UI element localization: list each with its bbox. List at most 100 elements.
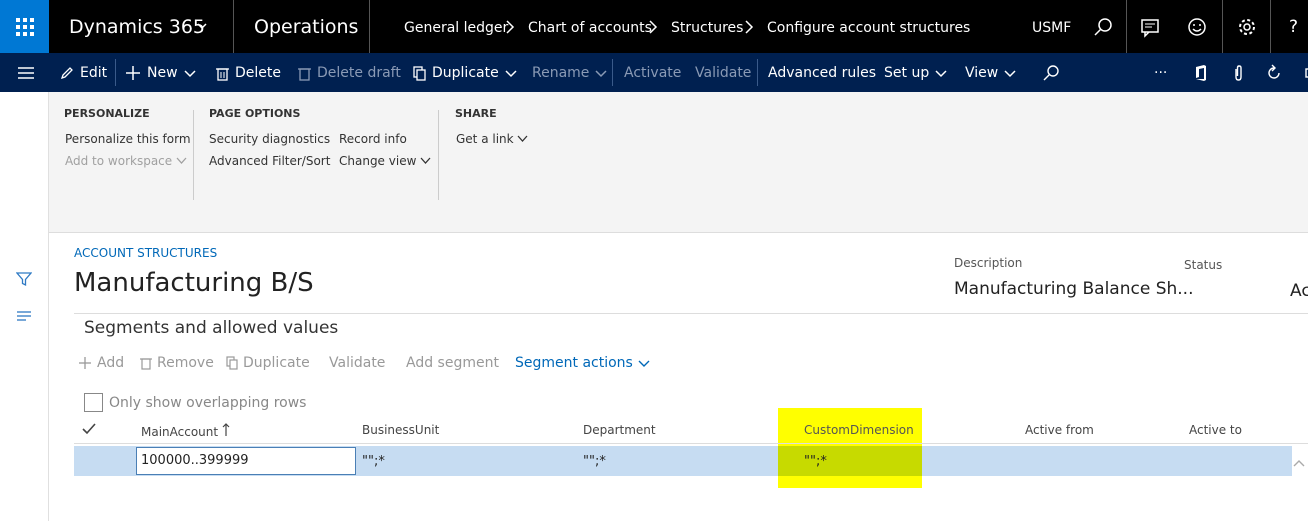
attachment-icon[interactable]	[1229, 64, 1247, 82]
separator	[1126, 0, 1127, 53]
segment-actions-label: Segment actions	[515, 355, 633, 371]
status-label: Status	[1184, 258, 1223, 272]
personalize-this-form-link[interactable]: Personalize this form	[65, 132, 191, 146]
chevron-down-icon	[595, 70, 607, 78]
breadcrumb-chart-of-accounts[interactable]: Chart of accounts	[528, 20, 652, 36]
separator	[1270, 0, 1271, 53]
column-header-main-account[interactable]: MainAccount	[141, 423, 230, 439]
duplicate-button[interactable]: Duplicate	[413, 65, 517, 81]
validate-segment-button[interactable]: Validate	[329, 355, 385, 371]
advanced-rules-button[interactable]: Advanced rules	[768, 65, 876, 81]
main-account-input[interactable]: 100000..399999	[136, 447, 356, 475]
segment-actions-menu[interactable]: Segment actions	[515, 355, 650, 371]
security-diagnostics-link[interactable]: Security diagnostics	[209, 132, 330, 146]
chevron-down-icon	[184, 70, 196, 78]
description-label: Description	[954, 256, 1023, 270]
description-value[interactable]: Manufacturing Balance Sh...	[954, 279, 1194, 299]
message-icon[interactable]	[1139, 16, 1161, 38]
plus-icon	[126, 66, 140, 80]
separator	[115, 59, 116, 86]
delete-button[interactable]: Delete	[216, 65, 281, 81]
gear-icon[interactable]	[1236, 16, 1258, 38]
remove-button[interactable]: Remove	[140, 355, 214, 371]
separator	[369, 0, 370, 53]
column-header-custom-dimension[interactable]: CustomDimension	[804, 423, 914, 437]
app-name[interactable]: Dynamics 365	[69, 16, 205, 38]
chevron-right-icon	[745, 20, 754, 34]
column-header-active-from[interactable]: Active from	[1025, 423, 1094, 437]
duplicate-segment-button[interactable]: Duplicate	[226, 355, 310, 371]
chevron-down-icon[interactable]	[197, 21, 207, 31]
scroll-up-icon[interactable]	[1292, 456, 1306, 470]
popout-icon[interactable]	[1300, 64, 1308, 82]
search-icon[interactable]	[1092, 16, 1114, 38]
activate-label: Activate	[624, 65, 682, 81]
record-info-link[interactable]: Record info	[339, 132, 407, 146]
top-navigation-bar: Dynamics 365 Operations General ledger C…	[0, 0, 1308, 53]
separator	[438, 110, 439, 200]
advanced-filter-sort-link[interactable]: Advanced Filter/Sort	[209, 154, 330, 168]
smiley-icon[interactable]	[1186, 16, 1208, 38]
breadcrumb-structures[interactable]: Structures	[671, 20, 743, 36]
department-cell[interactable]: "";*	[583, 454, 606, 469]
filter-icon[interactable]	[16, 271, 32, 287]
breadcrumb-general-ledger[interactable]: General ledger	[404, 20, 508, 36]
help-icon[interactable]: ?	[1289, 17, 1298, 37]
add-segment-label: Add segment	[406, 355, 499, 371]
chevron-right-icon	[506, 20, 515, 34]
breadcrumb-configure-account-structures[interactable]: Configure account structures	[767, 20, 970, 36]
trash-icon	[140, 358, 152, 370]
chevron-down-icon	[638, 360, 650, 367]
overlapping-rows-checkbox[interactable]	[84, 393, 103, 412]
set-up-menu[interactable]: Set up	[884, 65, 947, 81]
edit-button[interactable]: Edit	[60, 65, 107, 81]
separator	[612, 59, 613, 86]
column-header-department[interactable]: Department	[583, 423, 656, 437]
rename-label: Rename	[532, 65, 590, 81]
chevron-down-icon	[517, 135, 528, 142]
module-name[interactable]: Operations	[254, 16, 358, 38]
separator	[757, 59, 758, 86]
status-value: Ac	[1290, 281, 1308, 301]
more-options-icon[interactable]: ···	[1154, 65, 1167, 81]
app-launcher-icon[interactable]	[0, 0, 49, 53]
add-button[interactable]: Add	[78, 355, 124, 371]
copy-icon	[413, 65, 426, 81]
select-all-check-icon[interactable]	[82, 423, 96, 435]
duplicate-segment-label: Duplicate	[243, 355, 310, 371]
rename-button[interactable]: Rename	[532, 65, 607, 81]
remove-label: Remove	[157, 355, 214, 371]
get-a-link-label: Get a link	[456, 132, 514, 146]
search-icon[interactable]	[1042, 64, 1060, 82]
left-rail	[0, 92, 49, 521]
company-picker[interactable]: USMF	[1032, 20, 1071, 36]
validate-segment-label: Validate	[329, 355, 386, 371]
change-view-link[interactable]: Change view	[339, 154, 431, 168]
office-icon[interactable]	[1192, 64, 1210, 82]
share-heading: SHARE	[455, 107, 497, 120]
chevron-down-icon	[176, 157, 187, 164]
pencil-icon	[60, 67, 73, 80]
validate-label: Validate	[695, 65, 752, 81]
change-view-label: Change view	[339, 154, 417, 168]
column-header-active-to[interactable]: Active to	[1189, 423, 1242, 437]
add-to-workspace-link[interactable]: Add to workspace	[65, 154, 187, 168]
refresh-icon[interactable]	[1265, 64, 1283, 82]
hamburger-icon[interactable]	[17, 64, 35, 82]
get-a-link-link[interactable]: Get a link	[456, 132, 528, 146]
trash-icon	[216, 67, 229, 81]
list-icon[interactable]	[16, 310, 32, 324]
view-label: View	[965, 65, 999, 81]
activate-button[interactable]: Activate	[624, 65, 681, 81]
new-label: New	[147, 65, 178, 81]
fasttab-title[interactable]: Segments and allowed values	[84, 318, 338, 338]
business-unit-cell[interactable]: "";*	[362, 454, 385, 469]
validate-button[interactable]: Validate	[695, 65, 751, 81]
view-menu[interactable]: View	[965, 65, 1016, 81]
delete-draft-button[interactable]: Delete draft	[298, 65, 401, 81]
add-segment-button[interactable]: Add segment	[406, 355, 499, 371]
column-header-business-unit[interactable]: BusinessUnit	[362, 423, 439, 437]
new-button[interactable]: New	[125, 65, 196, 81]
chevron-down-icon	[420, 157, 431, 164]
custom-dimension-cell[interactable]: "";*	[804, 454, 827, 469]
